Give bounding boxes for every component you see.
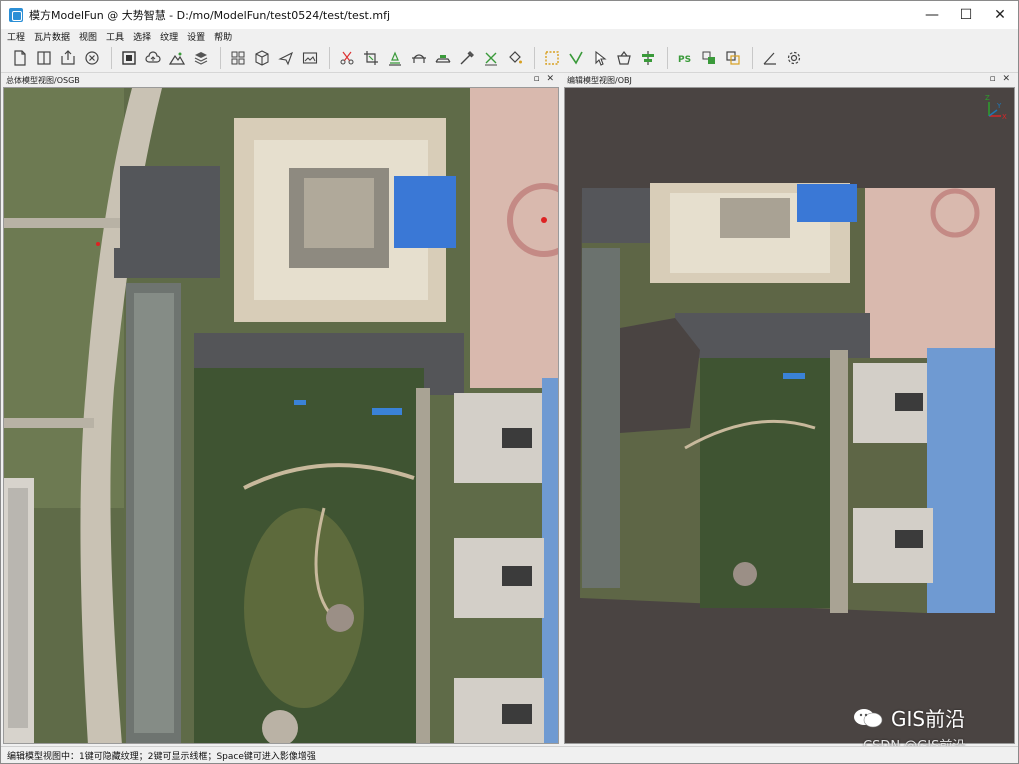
flatten-icon[interactable]	[384, 47, 406, 69]
menu-texture[interactable]: 纹理	[160, 30, 178, 43]
airplane-icon[interactable]	[275, 47, 297, 69]
status-bar: 编辑模型视图中：1键可隐藏纹理；2键可显示线框；Space键可进入影像增强	[1, 746, 1018, 763]
toolbar: PS	[1, 43, 1018, 73]
cloud-upload-icon[interactable]	[142, 47, 164, 69]
edit-obj-scene: Z X Y	[580, 94, 1007, 613]
paint-bucket-icon[interactable]	[504, 47, 526, 69]
app-logo-icon	[9, 8, 23, 22]
photoshop-icon[interactable]: PS	[674, 47, 696, 69]
wechat-icon	[853, 707, 883, 729]
settings-icon[interactable]	[783, 47, 805, 69]
right-panel-title: 编辑模型视图/OBJ	[567, 76, 632, 85]
new-file-icon[interactable]	[9, 47, 31, 69]
watermark-title: GIS前沿	[891, 707, 966, 731]
toolbar-separator	[220, 46, 221, 69]
svg-text:PS: PS	[678, 55, 691, 65]
layers-icon[interactable]	[190, 47, 212, 69]
crop-icon[interactable]	[360, 47, 382, 69]
status-text: 编辑模型视图中：1键可隐藏纹理；2键可显示线框；Space键可进入影像增强	[7, 751, 316, 762]
menu-select[interactable]: 选择	[133, 30, 151, 43]
window-title: 模方ModelFun @ 大势智慧 - D:/mo/ModelFun/test0…	[29, 9, 391, 22]
axis-z-label: Z	[985, 94, 990, 102]
texture-copy-icon[interactable]	[722, 47, 744, 69]
close-circle-icon[interactable]	[81, 47, 103, 69]
export-icon[interactable]	[57, 47, 79, 69]
close-button[interactable]: ✕	[983, 1, 1017, 29]
pointer-select-icon[interactable]	[589, 47, 611, 69]
align-icon[interactable]	[637, 47, 659, 69]
edit-model-viewport[interactable]: Z X Y	[564, 87, 1015, 744]
menu-help[interactable]: 帮助	[214, 30, 232, 43]
toolbar-separator	[111, 46, 112, 69]
scissors-icon[interactable]	[336, 47, 358, 69]
cube-icon[interactable]	[251, 47, 273, 69]
menu-tile-data[interactable]: 瓦片数据	[34, 30, 70, 43]
erase-icon[interactable]	[480, 47, 502, 69]
grid-icon[interactable]	[227, 47, 249, 69]
title-bar[interactable]: 模方ModelFun @ 大势智慧 - D:/mo/ModelFun/test0…	[1, 1, 1018, 29]
toolbar-separator	[752, 46, 753, 69]
left-panel-controls[interactable]: ▫ ✕	[533, 74, 556, 84]
overall-model-viewport[interactable]	[3, 87, 559, 744]
menu-project[interactable]: 工程	[7, 30, 25, 43]
axis-x-label: X	[1002, 113, 1007, 121]
split-view-icon[interactable]	[33, 47, 55, 69]
left-panel-header: 总体模型视图/OSGB ▫ ✕	[3, 74, 559, 87]
bridge-icon[interactable]	[408, 47, 430, 69]
mountain-icon[interactable]	[166, 47, 188, 69]
axis-y-label: Y	[996, 102, 1002, 110]
menu-tools[interactable]: 工具	[106, 30, 124, 43]
check-select-icon[interactable]	[565, 47, 587, 69]
app-window: 模方ModelFun @ 大势智慧 - D:/mo/ModelFun/test0…	[0, 0, 1019, 764]
toolbar-separator	[329, 46, 330, 69]
right-panel-controls[interactable]: ▫ ✕	[989, 74, 1012, 84]
angle-measure-icon[interactable]	[759, 47, 781, 69]
basket-icon[interactable]	[613, 47, 635, 69]
toolbar-separator	[667, 46, 668, 69]
stop-icon[interactable]	[118, 47, 140, 69]
select-box-icon[interactable]	[541, 47, 563, 69]
left-panel-title: 总体模型视图/OSGB	[6, 76, 80, 85]
toolbar-separator	[534, 46, 535, 69]
menu-settings[interactable]: 设置	[187, 30, 205, 43]
menu-bar: 工程 瓦片数据 视图 工具 选择 纹理 设置 帮助	[1, 29, 1018, 43]
maximize-button[interactable]: ☐	[949, 1, 983, 29]
minimize-button[interactable]: —	[915, 1, 949, 29]
repair-icon[interactable]	[456, 47, 478, 69]
right-panel-header: 编辑模型视图/OBJ ▫ ✕	[564, 74, 1015, 87]
aerial-osgb-scene	[4, 88, 558, 743]
watermark: GIS前沿	[853, 703, 965, 732]
image-icon[interactable]	[299, 47, 321, 69]
menu-view[interactable]: 视图	[79, 30, 97, 43]
road-icon[interactable]	[432, 47, 454, 69]
texture-swap-icon[interactable]	[698, 47, 720, 69]
